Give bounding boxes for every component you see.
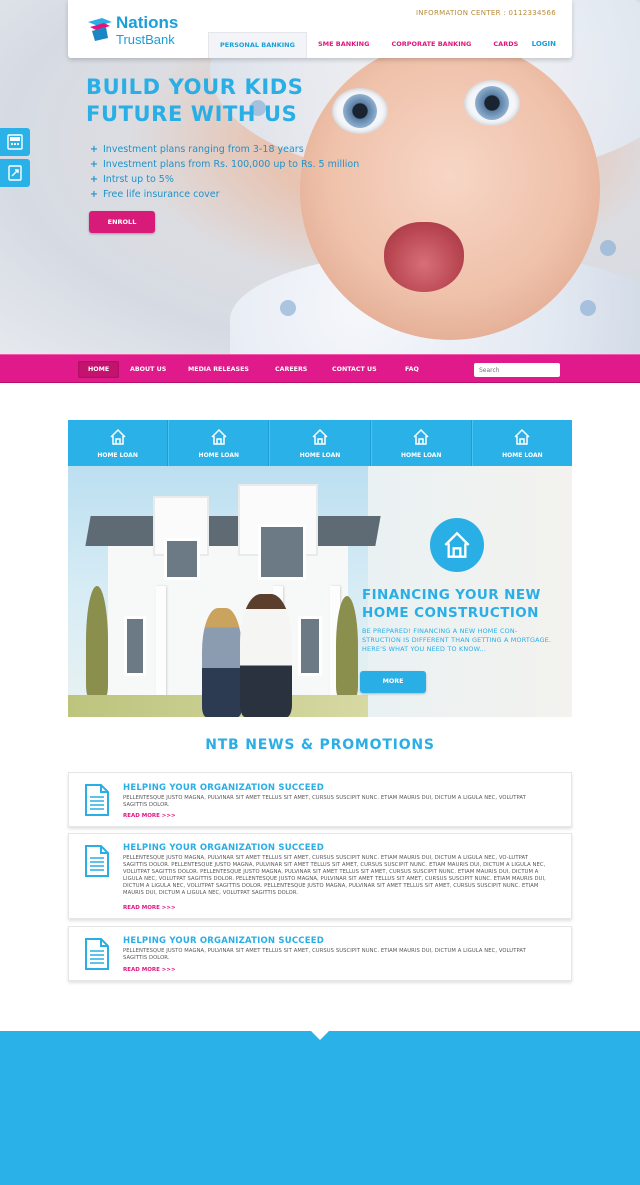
feature-title-line: HOME CONSTRUCTION [362, 605, 539, 621]
service-label: HOME LOAN [97, 452, 138, 459]
service-home-loan[interactable]: HOME LOAN [269, 420, 371, 466]
footer [0, 1031, 640, 1185]
hero-bullet: + Free life insurance cover [90, 189, 220, 200]
nav-contact-us[interactable]: CONTACT US [332, 361, 377, 378]
login-link[interactable]: LOGIN [532, 40, 556, 48]
tab-corporate-banking[interactable]: CORPORATE BANKING [380, 32, 482, 58]
tab-sme-banking[interactable]: SME BANKING [307, 32, 381, 58]
house-icon [110, 428, 126, 445]
news-card: HELPING YOUR ORGANIZATION SUCCEED PELLEN… [68, 772, 572, 827]
nav-home[interactable]: HOME [78, 361, 120, 378]
news-body: PELLENTESQUE JUSTO MAGNA, PULVINAR SIT A… [123, 795, 526, 808]
house-icon [444, 531, 470, 558]
news-title[interactable]: HELPING YOUR ORGANIZATION SUCCEED [123, 843, 324, 853]
plus-icon: + [90, 189, 98, 200]
decor-dot [600, 240, 616, 256]
banner-image-window [164, 538, 200, 580]
service-label: HOME LOAN [198, 452, 240, 459]
banner-image-window [258, 524, 306, 580]
service-home-loan[interactable]: HOME LOAN [471, 420, 572, 466]
main-navigation: HOME ABOUT US MEDIA RELEASES CAREERS CON… [0, 354, 640, 383]
nav-careers[interactable]: CAREERS [275, 361, 307, 378]
decor-dot [280, 300, 296, 316]
feature-text: BE PREPARED! FINANCING A NEW HOME CON-ST… [362, 627, 552, 653]
tab-cards[interactable]: CARDS [482, 32, 529, 58]
house-icon [514, 428, 530, 445]
plus-icon: + [90, 174, 98, 185]
banner-image-woman [202, 608, 242, 717]
banner-image-tree [86, 586, 108, 696]
house-icon [413, 428, 429, 445]
banner-image-window [298, 616, 322, 676]
service-home-loan[interactable]: HOME LOAN [370, 420, 472, 466]
hero-title-line: FUTURE WITH US [86, 102, 298, 126]
hero-bullets: + Investment plans ranging from 3-18 year… [90, 142, 359, 202]
search-input[interactable] [474, 363, 560, 377]
house-icon [312, 428, 328, 445]
nav-faq[interactable]: FAQ [405, 361, 419, 378]
service-home-loan[interactable]: HOME LOAN [168, 420, 270, 466]
logo-text: Nations [116, 13, 179, 32]
service-label: HOME LOAN [400, 452, 442, 459]
hero-title-line: BUILD YOUR KIDS [86, 75, 304, 99]
banner-image-tree [336, 596, 358, 696]
feature-title-line: FINANCING YOUR NEW [362, 587, 541, 603]
read-more-link[interactable]: READ MORE >>> [123, 813, 176, 819]
footer-notch [311, 1031, 329, 1040]
decor-dot [580, 300, 596, 316]
information-center: INFORMATION CENTER : 0112334566 [415, 9, 556, 17]
news-card: HELPING YOUR ORGANIZATION SUCCEED PELLEN… [68, 926, 572, 981]
news-section-title: NTB NEWS & PROMOTIONS [205, 737, 435, 753]
feature-title: FINANCING YOUR NEW HOME CONSTRUCTION [362, 586, 541, 622]
home-bubble [430, 518, 484, 572]
banner-image-roof [85, 516, 381, 546]
read-more-link[interactable]: READ MORE >>> [123, 967, 176, 973]
logo-text: TrustBank [116, 32, 175, 47]
news-card: HELPING YOUR ORGANIZATION SUCCEED PELLEN… [68, 833, 572, 919]
news-title[interactable]: HELPING YOUR ORGANIZATION SUCCEED [123, 936, 324, 946]
top-header: Nations TrustBank INFORMATION CENTER : 0… [68, 0, 572, 58]
ntb-logo-icon[interactable] [86, 14, 116, 44]
hero-bullet: + Intrst up to 5% [90, 174, 174, 185]
hero-bullet: + Investment plans ranging from 3-18 year… [90, 144, 304, 155]
news-body: PELLENTESQUE JUSTO MAGNA, PULVINAR SIT A… [123, 948, 526, 961]
nav-about-us[interactable]: ABOUT US [130, 361, 166, 378]
service-label: HOME LOAN [299, 452, 341, 459]
hero-image-eye [332, 88, 388, 134]
news-title[interactable]: HELPING YOUR ORGANIZATION SUCCEED [123, 783, 324, 793]
hero-bullet: + Investment plans from Rs. 100,000 up to… [90, 159, 360, 170]
read-more-link[interactable]: READ MORE >>> [123, 905, 176, 911]
news-body: PELLENTESQUE JUSTO MAGNA, PULVINAR SIT A… [123, 855, 546, 896]
enroll-button[interactable]: ENROLL [89, 211, 155, 233]
exchange-tab[interactable] [0, 159, 30, 187]
atm-tab[interactable] [0, 128, 30, 156]
service-home-loan[interactable]: HOME LOAN [68, 420, 169, 466]
hero-image-mouth [384, 222, 464, 292]
nav-media-releases[interactable]: MEDIA RELEASES [188, 361, 249, 378]
plus-icon: + [90, 159, 98, 170]
house-icon [211, 428, 227, 445]
more-button[interactable]: MORE [360, 671, 426, 693]
feature-banner: FINANCING YOUR NEW HOME CONSTRUCTION BE … [68, 466, 572, 717]
top-tabs: PERSONAL BANKING SME BANKING CORPORATE B… [208, 32, 529, 58]
services-strip: HOME LOAN HOME LOAN HOME LOAN HOME LOAN … [68, 420, 572, 466]
service-label: HOME LOAN [502, 452, 543, 459]
document-icon [85, 845, 109, 877]
tab-personal-banking[interactable]: PERSONAL BANKING [208, 32, 307, 58]
document-icon [85, 938, 109, 970]
hero-title: BUILD YOUR KIDS FUTURE WITH US [86, 74, 303, 128]
banner-image-man [240, 594, 292, 717]
hero-image-eye [464, 80, 520, 126]
banner-image-window [124, 616, 146, 676]
plus-icon: + [90, 144, 98, 155]
exchange-icon [8, 165, 22, 181]
atm-icon [7, 134, 23, 150]
document-icon [85, 784, 109, 816]
